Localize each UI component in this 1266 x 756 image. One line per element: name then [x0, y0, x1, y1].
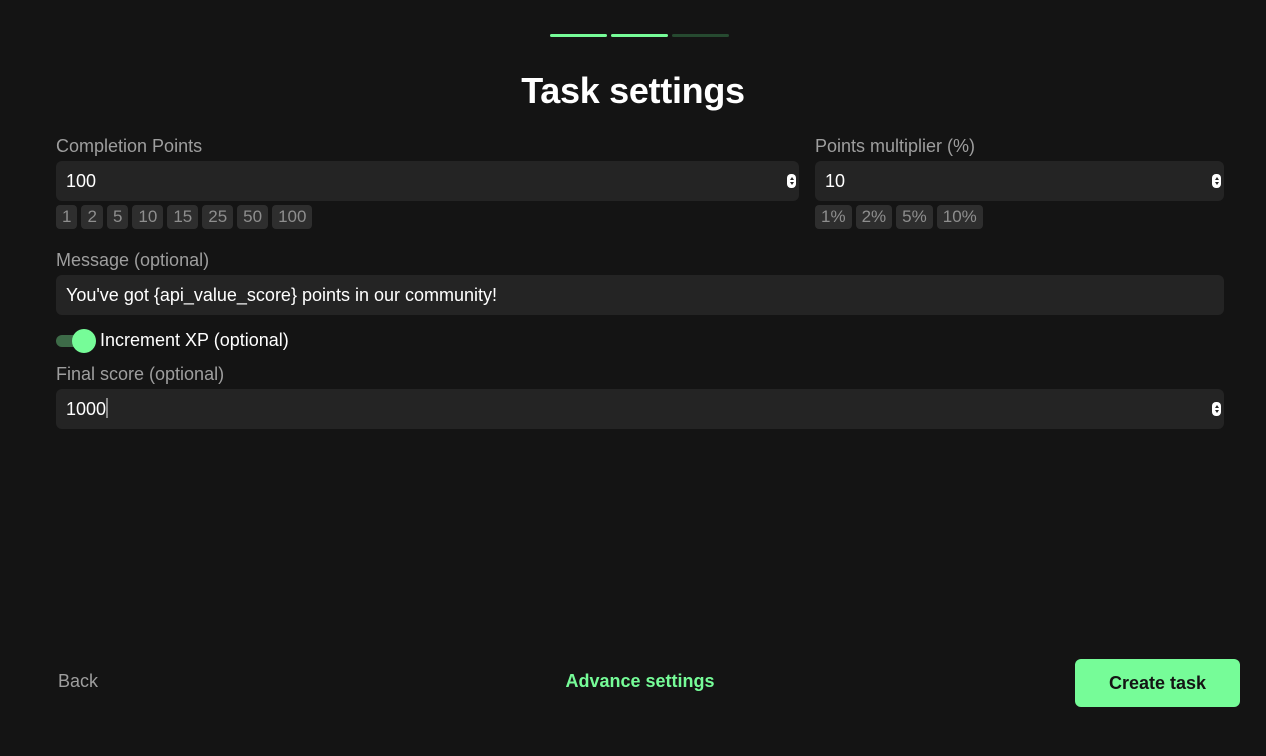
- preset-chip[interactable]: 10: [132, 205, 164, 229]
- message-input[interactable]: You've got {api_value_score} points in o…: [56, 275, 1224, 315]
- points-multiplier-presets: 1% 2% 5% 10%: [815, 205, 983, 229]
- completion-points-presets: 1 2 5 10 15 25 50 100: [56, 205, 313, 229]
- increment-xp-label: Increment XP (optional): [100, 330, 289, 350]
- create-task-button[interactable]: Create task: [1075, 659, 1240, 707]
- advance-settings-button[interactable]: Advance settings: [565, 671, 714, 691]
- points-multiplier-label: Points multiplier (%): [815, 136, 976, 156]
- completion-points-label: Completion Points: [56, 136, 203, 156]
- message-label: Message (optional): [56, 250, 210, 270]
- text-cursor: [106, 398, 109, 418]
- toggle-knob: [72, 329, 96, 353]
- multiplier-chip[interactable]: 2%: [855, 205, 893, 229]
- preset-chip[interactable]: 100: [272, 205, 313, 229]
- step-3-indicator: [672, 34, 729, 37]
- final-score-input[interactable]: 1000: [56, 389, 1224, 429]
- preset-chip[interactable]: 50: [237, 205, 269, 229]
- message-value: You've got {api_value_score} points in o…: [66, 284, 498, 305]
- completion-points-value: 100: [66, 170, 97, 191]
- preset-chip[interactable]: 15: [167, 205, 199, 229]
- completion-points-spinner[interactable]: [787, 174, 796, 188]
- preset-chip[interactable]: 1: [56, 205, 78, 229]
- points-multiplier-value: 10: [825, 170, 846, 191]
- final-score-spinner[interactable]: [1212, 402, 1221, 416]
- preset-chip[interactable]: 5: [106, 205, 129, 229]
- points-multiplier-input[interactable]: 10: [815, 161, 1224, 201]
- back-button[interactable]: Back: [58, 671, 98, 692]
- step-2-indicator: [611, 34, 668, 37]
- multiplier-chip[interactable]: 1%: [815, 205, 852, 229]
- final-score-value: 1000: [66, 398, 107, 419]
- page-title: Task settings: [521, 70, 745, 111]
- completion-points-input[interactable]: 100: [56, 161, 799, 201]
- task-settings-page: Task settings Completion Points 100 1 2 …: [0, 0, 1266, 756]
- final-score-label: Final score (optional): [56, 364, 225, 384]
- multiplier-chip[interactable]: 5%: [896, 205, 933, 229]
- preset-chip[interactable]: 25: [202, 205, 234, 229]
- points-multiplier-spinner[interactable]: [1212, 174, 1221, 188]
- step-1-indicator: [550, 34, 607, 37]
- increment-xp-toggle[interactable]: [56, 329, 96, 353]
- multiplier-chip[interactable]: 10%: [936, 205, 983, 229]
- step-progress: [550, 34, 729, 37]
- preset-chip[interactable]: 2: [81, 205, 103, 229]
